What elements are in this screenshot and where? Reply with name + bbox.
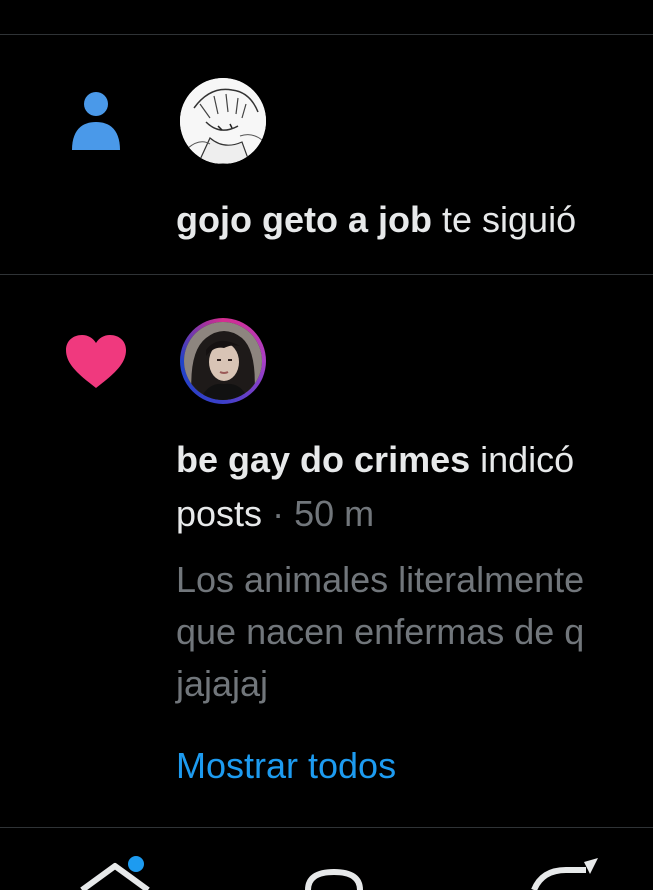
bottom-nav-divider <box>0 827 653 828</box>
follow-text: gojo geto a job te siguió <box>176 200 576 240</box>
heart-icon <box>66 335 126 388</box>
action-text: indicó <box>480 439 575 480</box>
user-name[interactable]: gojo geto a job <box>176 199 432 240</box>
unread-dot <box>128 856 144 872</box>
show-all-link[interactable]: Mostrar todos <box>176 746 396 786</box>
top-divider <box>0 34 653 35</box>
user-name[interactable]: be gay do crimes <box>176 439 470 480</box>
avatar-gojo-geto-a-job[interactable] <box>180 78 266 164</box>
grok-icon[interactable] <box>524 858 604 890</box>
avatar-sketch-image <box>180 78 266 164</box>
post-preview-line: que nacen enfermas de q <box>176 611 585 652</box>
like-text: be gay do crimes indicó <box>176 440 574 480</box>
row-divider <box>0 274 653 275</box>
separator: · <box>272 493 285 534</box>
like-text-continued: posts · 50 m <box>176 494 374 534</box>
timestamp: 50 m <box>294 493 375 534</box>
post-preview-line: Los animales literalmente <box>176 559 585 600</box>
action-text: te siguió <box>442 199 577 240</box>
avatar-photo-image <box>184 322 262 400</box>
search-icon[interactable] <box>302 866 366 890</box>
action-continuation: posts <box>176 493 263 534</box>
post-preview-line: jajajaj <box>176 663 269 704</box>
person-icon <box>72 92 120 150</box>
avatar-be-gay-do-crimes[interactable] <box>180 318 266 404</box>
